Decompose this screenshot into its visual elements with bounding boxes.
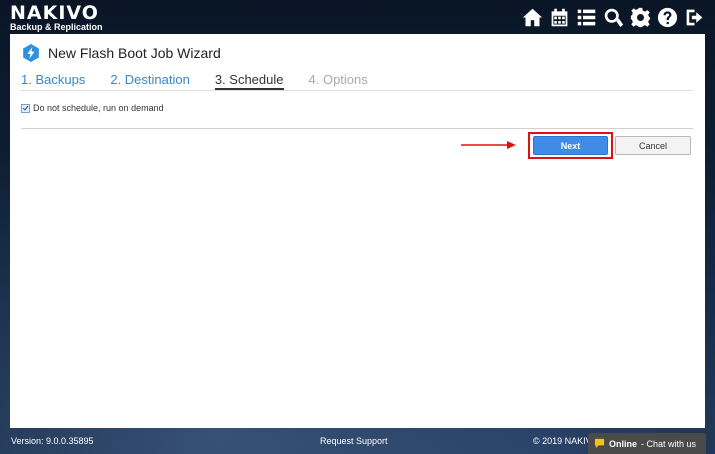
wizard-panel: New Flash Boot Job Wizard 1. Backups 2. … <box>10 34 705 428</box>
tabs-divider <box>21 90 693 91</box>
no-schedule-option: Do not schedule, run on demand <box>21 103 164 113</box>
request-support-link[interactable]: Request Support <box>320 436 388 446</box>
tab-destination[interactable]: 2. Destination <box>110 72 190 90</box>
top-bar: NAKIVO Backup & Replication <box>0 0 715 34</box>
buttons-divider <box>21 128 693 129</box>
gear-icon[interactable] <box>630 7 651 28</box>
logo: NAKIVO Backup & Replication <box>10 2 103 33</box>
footer: Version: 9.0.0.35895 Request Support © 2… <box>0 428 715 454</box>
chat-bubble-icon <box>594 438 605 449</box>
search-icon[interactable] <box>603 7 624 28</box>
list-icon[interactable] <box>576 7 597 28</box>
wizard-title: New Flash Boot Job Wizard <box>48 45 221 61</box>
cancel-button[interactable]: Cancel <box>615 136 691 155</box>
no-schedule-label[interactable]: Do not schedule, run on demand <box>33 103 164 113</box>
next-button[interactable]: Next <box>533 136 608 155</box>
logout-icon[interactable] <box>684 7 705 28</box>
top-icons <box>522 7 705 28</box>
version-text: Version: 9.0.0.35895 <box>11 436 94 446</box>
tab-schedule[interactable]: 3. Schedule <box>214 72 284 90</box>
wizard-steps: 1. Backups 2. Destination 3. Schedule 4.… <box>21 72 368 90</box>
logo-main-text: NAKIVO <box>10 2 99 24</box>
red-arrow-annotation <box>461 141 516 149</box>
chat-text: - Chat with us <box>641 438 697 449</box>
no-schedule-checkbox[interactable] <box>21 103 30 113</box>
home-icon[interactable] <box>522 7 543 28</box>
tab-backups[interactable]: 1. Backups <box>21 72 85 90</box>
chat-widget[interactable]: Online - Chat with us <box>588 433 706 454</box>
help-icon[interactable] <box>657 7 678 28</box>
wizard-header: New Flash Boot Job Wizard <box>22 44 221 62</box>
logo-sub-text: Backup & Replication <box>10 22 103 32</box>
flash-boot-icon <box>23 44 39 62</box>
calendar-icon[interactable] <box>549 7 570 28</box>
chat-status: Online <box>609 438 638 449</box>
copyright-text: © 2019 NAKIV <box>533 436 592 446</box>
checkmark-icon <box>22 105 29 111</box>
tab-options: 4. Options <box>308 72 368 87</box>
